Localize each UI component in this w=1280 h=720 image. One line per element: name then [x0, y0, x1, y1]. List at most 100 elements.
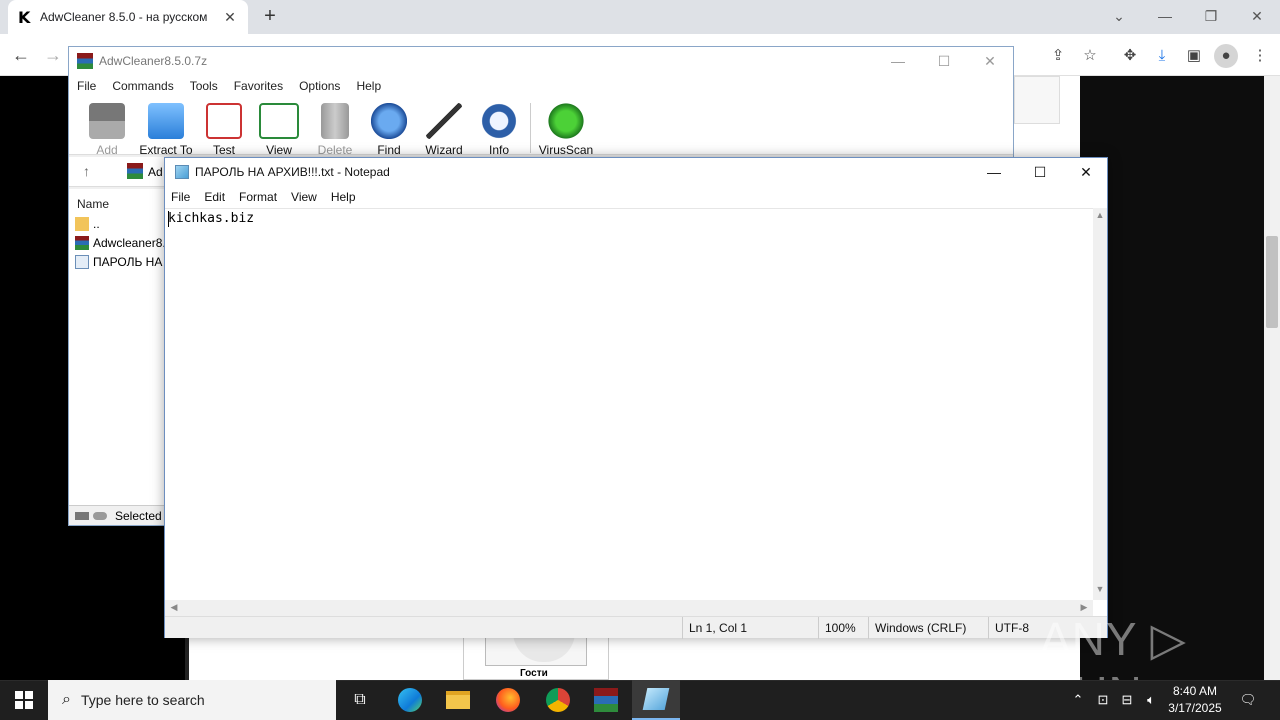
document-text[interactable]: kichkas.biz [168, 211, 254, 226]
tab-title: AdwCleaner 8.5.0 - на русском [40, 10, 208, 24]
magic-wand-icon [426, 103, 462, 139]
notepad-menu-format[interactable]: Format [239, 190, 277, 204]
trash-icon [321, 103, 349, 139]
chrome-icon[interactable] [534, 680, 582, 720]
notepad-title: ПАРОЛЬ НА АРХИВ!!!.txt - Notepad [195, 165, 390, 179]
winrar-close-button[interactable]: ✕ [967, 47, 1013, 75]
notepad-maximize-button[interactable]: ☐ [1017, 158, 1063, 186]
back-arrow-icon[interactable]: ← [6, 40, 36, 70]
taskbar-clock[interactable]: 8:40 AM 3/17/2025 [1160, 683, 1230, 717]
scroll-down-icon[interactable]: ▼ [1093, 584, 1107, 594]
virusscan-button[interactable]: VirusScan [538, 101, 594, 157]
winrar-maximize-button[interactable]: ☐ [921, 47, 967, 75]
virus-bug-icon [548, 103, 584, 139]
notepad-window: ПАРОЛЬ НА АРХИВ!!!.txt - Notepad — ☐ ✕ F… [164, 157, 1109, 639]
file-explorer-icon[interactable] [434, 680, 482, 720]
browser-minimize-button[interactable]: — [1142, 0, 1188, 34]
notepad-menu-help[interactable]: Help [331, 190, 356, 204]
winrar-menu-help[interactable]: Help [356, 79, 381, 93]
tab-close-icon[interactable]: ✕ [222, 9, 238, 26]
scroll-left-icon[interactable]: ◀ [167, 602, 181, 613]
profile-avatar-icon[interactable]: ● [1214, 44, 1238, 68]
column-header-name[interactable]: Name [77, 197, 109, 211]
notepad-taskbar-icon[interactable] [632, 680, 680, 720]
page-scrollbar-thumb[interactable] [1266, 236, 1278, 328]
view-button[interactable]: View [251, 101, 307, 157]
site-favicon-icon: K [18, 7, 31, 27]
list-item[interactable]: ПАРОЛЬ НА [75, 253, 162, 271]
network-icon[interactable]: ⊟ [1116, 680, 1138, 720]
test-button[interactable]: Test [196, 101, 252, 157]
notepad-menu-view[interactable]: View [291, 190, 317, 204]
up-folder-arrow-icon[interactable]: ↑ [83, 163, 90, 179]
search-icon: ⌕ [62, 691, 71, 708]
taskbar-search-box[interactable]: ⌕ Type here to search [48, 680, 336, 720]
notepad-menu-file[interactable]: File [171, 190, 190, 204]
winrar-toolbar: Add Extract To Test View Delete Find Wiz… [69, 97, 1013, 157]
winrar-menu-options[interactable]: Options [299, 79, 340, 93]
browser-tab[interactable]: K AdwCleaner 8.5.0 - на русском ✕ [8, 0, 248, 34]
search-placeholder: Type here to search [80, 692, 205, 708]
info-icon [481, 103, 517, 139]
add-button[interactable]: Add [79, 101, 135, 157]
notepad-text-area[interactable]: kichkas.biz [165, 208, 1093, 600]
find-button[interactable]: Find [361, 101, 417, 157]
winrar-menu-favorites[interactable]: Favorites [234, 79, 283, 93]
text-file-icon [75, 255, 89, 269]
browser-close-button[interactable]: ✕ [1234, 0, 1280, 34]
notepad-menubar: File Edit Format View Help [165, 186, 1107, 208]
notepad-horizontal-scrollbar[interactable]: ◀ ▶ [165, 600, 1093, 616]
line-ending: Windows (CRLF) [868, 617, 988, 639]
notifications-icon[interactable]: 🗨︎ [1236, 680, 1260, 720]
downloads-icon[interactable]: ⤓ [1150, 44, 1174, 68]
zoom-level: 100% [818, 617, 868, 639]
new-tab-button[interactable]: + [258, 4, 282, 28]
extract-folder-icon [148, 103, 184, 139]
archive-path-text[interactable]: Ad [148, 165, 163, 179]
volume-icon[interactable]: 🔈︎ [1140, 680, 1162, 720]
view-book-icon [259, 103, 299, 139]
magnifier-icon [371, 103, 407, 139]
show-hidden-icons-chevron-icon[interactable]: ⌃ [1068, 680, 1088, 720]
list-item[interactable]: .. [75, 215, 100, 233]
wizard-button[interactable]: Wizard [416, 101, 472, 157]
notepad-vertical-scrollbar[interactable]: ▲ ▼ [1093, 208, 1107, 600]
extensions-puzzle-icon[interactable]: ✥ [1118, 44, 1142, 68]
browser-menu-icon[interactable]: ⋮ [1248, 44, 1272, 68]
winrar-minimize-button[interactable]: — [875, 47, 921, 75]
browser-restore-button[interactable]: ❐ [1188, 0, 1234, 34]
archive-path-icon [127, 163, 143, 179]
winrar-taskbar-icon[interactable] [582, 680, 630, 720]
start-button[interactable] [0, 680, 48, 720]
key-icon [93, 511, 107, 520]
page-left-margin [0, 76, 70, 680]
edge-browser-icon[interactable] [386, 680, 434, 720]
extract-to-button[interactable]: Extract To [138, 101, 194, 157]
winrar-menu-file[interactable]: File [77, 79, 96, 93]
delete-button[interactable]: Delete [307, 101, 363, 157]
notepad-menu-edit[interactable]: Edit [204, 190, 225, 204]
clock-time: 8:40 AM [1172, 684, 1218, 698]
list-item[interactable]: Adwcleaner8. [75, 234, 166, 252]
notepad-statusbar: Ln 1, Col 1 100% Windows (CRLF) UTF-8 [165, 616, 1107, 639]
winrar-menu-tools[interactable]: Tools [190, 79, 218, 93]
archive-file-icon [75, 236, 89, 250]
side-panel-icon[interactable]: ▣ [1182, 44, 1206, 68]
firefox-icon[interactable] [484, 680, 532, 720]
cursor-position: Ln 1, Col 1 [682, 617, 818, 639]
page-scrollbar[interactable] [1264, 76, 1280, 680]
status-text: Selected [115, 508, 162, 523]
clock-date: 3/17/2025 [1168, 701, 1222, 715]
notepad-close-button[interactable]: ✕ [1063, 158, 1109, 186]
info-button[interactable]: Info [471, 101, 527, 157]
share-icon[interactable]: ⇪ [1046, 44, 1070, 68]
winrar-menu-commands[interactable]: Commands [112, 79, 173, 93]
forward-arrow-icon[interactable]: → [38, 40, 68, 70]
winrar-titlebar: AdwCleaner8.5.0.7z [69, 47, 1013, 75]
device-icon[interactable]: ⊡ [1092, 680, 1114, 720]
tab-search-chevron-icon[interactable]: ⌄ [1096, 0, 1142, 34]
notepad-minimize-button[interactable]: — [971, 158, 1017, 186]
task-view-icon[interactable]: ⧉ [336, 680, 384, 720]
scroll-up-icon[interactable]: ▲ [1093, 210, 1107, 220]
bookmark-star-icon[interactable]: ☆ [1078, 44, 1102, 68]
